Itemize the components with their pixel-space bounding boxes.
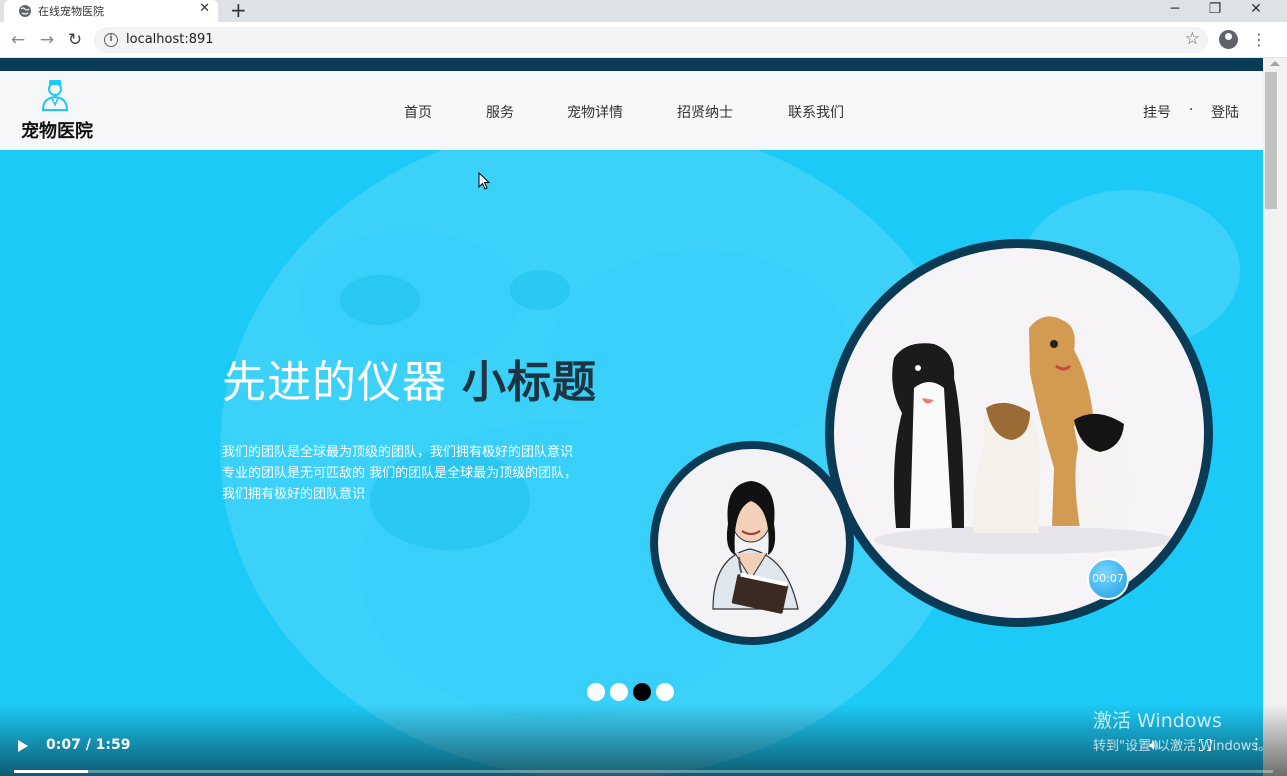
watermark-line2: 转到"设置"以激活 Windows。 xyxy=(1093,739,1272,754)
browser-tab[interactable]: 在线宠物医院 ✕ xyxy=(4,0,218,22)
hero-title-light: 先进的仪器 xyxy=(222,357,447,408)
forward-arrow-icon[interactable]: → xyxy=(37,30,57,50)
new-tab-button[interactable]: + xyxy=(230,0,247,22)
hero-desc-line: 我们拥有极好的团队意识 xyxy=(222,487,366,502)
scroll-up-arrow-icon[interactable] xyxy=(1270,61,1280,66)
timer-badge: 00:07 xyxy=(1087,558,1129,600)
hero-slider: 先进的仪器 小标题 我们的团队是全球最为顶级的团队，我们拥有极好的团队意识 专业… xyxy=(0,150,1263,776)
nav-careers[interactable]: 招贤纳士 xyxy=(677,102,733,122)
login-link[interactable]: 登陆 xyxy=(1211,102,1239,122)
slider-dot[interactable] xyxy=(656,683,674,701)
site-info-icon[interactable]: i xyxy=(104,33,118,47)
register-link[interactable]: 挂号 xyxy=(1143,102,1171,122)
slider-dot-active[interactable] xyxy=(633,683,651,701)
slider-dot[interactable] xyxy=(587,683,605,701)
bookmark-star-icon[interactable]: ☆ xyxy=(1185,29,1200,49)
site-header: 宠物医院 首页 服务 宠物详情 招贤纳士 联系我们 挂号 · 登陆 xyxy=(0,71,1263,150)
globe-icon xyxy=(19,5,31,17)
nav-home[interactable]: 首页 xyxy=(404,102,432,122)
page-viewport: 宠物医院 首页 服务 宠物详情 招贤纳士 联系我们 挂号 · 登陆 先进的仪器 … xyxy=(0,58,1263,776)
video-progress-track[interactable] xyxy=(14,770,1273,773)
nav-services[interactable]: 服务 xyxy=(486,102,514,122)
windows-activation-watermark: 激活 Windows 转到"设置"以激活 Windows。 xyxy=(1093,706,1271,754)
watermark-line1: 激活 Windows xyxy=(1093,710,1222,732)
close-tab-icon[interactable]: ✕ xyxy=(199,1,210,16)
browser-menu-icon[interactable]: ⋮ xyxy=(1251,30,1267,50)
hero-description: 我们的团队是全球最为顶级的团队，我们拥有极好的团队意识 专业的团队是无可匹敌的 … xyxy=(222,442,622,505)
hero-desc-line: 专业的团队是无可匹敌的 我们的团队是全球最为顶级的团队， xyxy=(222,466,578,481)
site-logo-text[interactable]: 宠物医院 xyxy=(21,117,93,143)
page-scrollbar[interactable] xyxy=(1263,58,1287,776)
scrollbar-thumb[interactable] xyxy=(1265,72,1277,209)
hero-title-bold: 小标题 xyxy=(462,357,597,408)
nav-pet-details[interactable]: 宠物详情 xyxy=(567,102,623,122)
back-arrow-icon[interactable]: ← xyxy=(8,30,28,50)
dogs-photo xyxy=(825,239,1213,627)
account-icon[interactable] xyxy=(1219,30,1238,49)
browser-tabstrip: 在线宠物医院 ✕ + ─ ❐ ✕ xyxy=(0,0,1287,22)
doctor-logo-icon xyxy=(41,80,69,111)
play-icon[interactable] xyxy=(18,740,28,752)
minimize-button[interactable]: ─ xyxy=(1155,0,1195,20)
slider-dot[interactable] xyxy=(610,683,628,701)
dogs-image xyxy=(874,316,1174,554)
window-close-button[interactable]: ✕ xyxy=(1236,0,1276,20)
hero-desc-line: 我们的团队是全球最为顶级的团队，我们拥有极好的团队意识 xyxy=(222,445,574,460)
vet-illustration xyxy=(650,441,854,645)
reload-icon[interactable]: ↻ xyxy=(65,30,85,50)
tab-title: 在线宠物医院 xyxy=(38,5,104,18)
restore-button[interactable]: ❐ xyxy=(1195,0,1235,20)
nav-contact[interactable]: 联系我们 xyxy=(788,102,844,122)
header-separator: · xyxy=(1189,102,1194,118)
address-bar[interactable]: i localhost:891 ☆ xyxy=(94,27,1208,53)
top-band xyxy=(0,58,1263,71)
url-text[interactable]: localhost:891 xyxy=(126,32,214,47)
video-progress-fill xyxy=(14,770,89,773)
video-time: 0:07 / 1:59 xyxy=(46,737,131,753)
mouse-cursor-icon xyxy=(478,172,490,190)
browser-toolbar: ← → ↻ i localhost:891 ☆ ⋮ xyxy=(0,22,1287,58)
hero-title: 先进的仪器 小标题 xyxy=(222,346,597,410)
vet-image xyxy=(712,481,799,614)
